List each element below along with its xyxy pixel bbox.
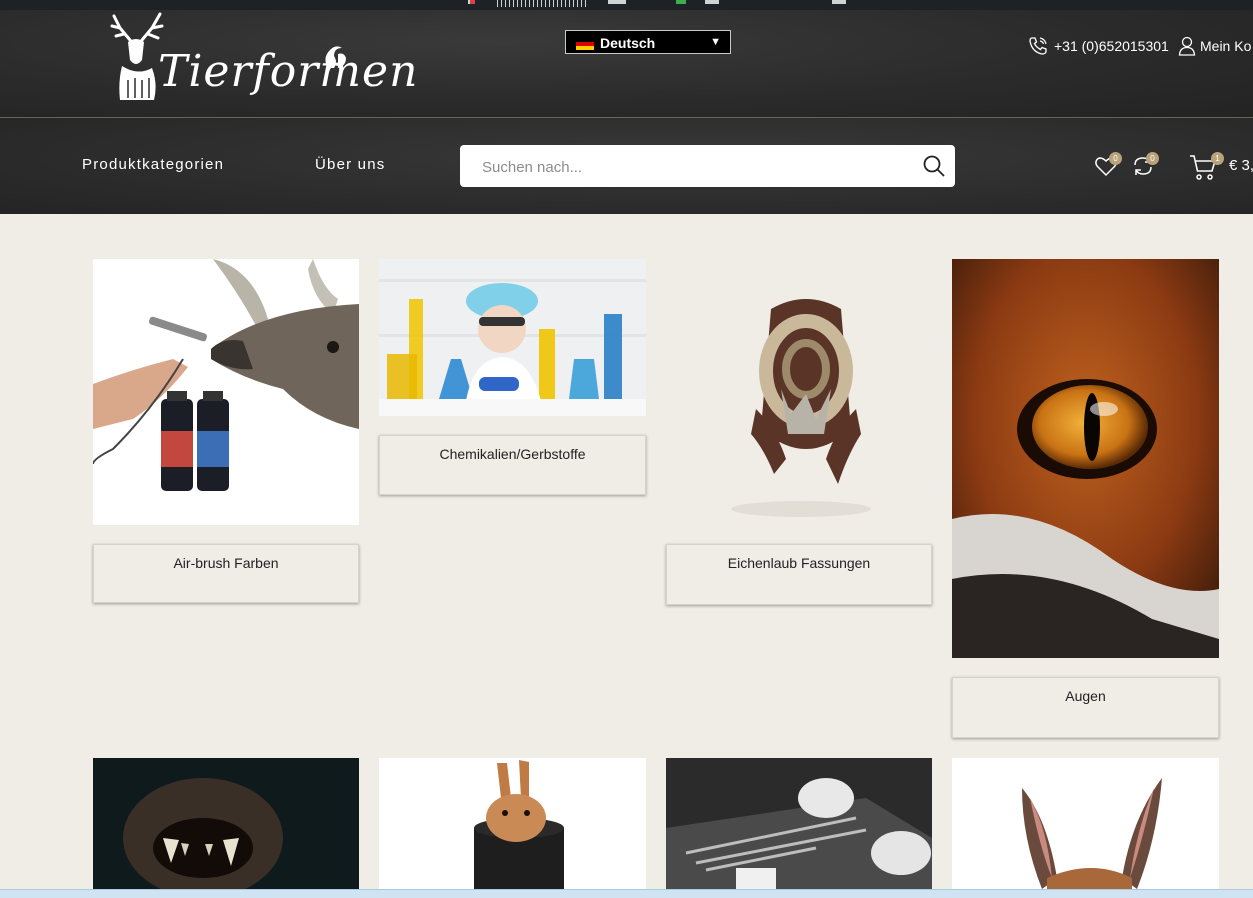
tray-icon bbox=[608, 0, 626, 4]
compare-count-badge: 0 bbox=[1146, 152, 1159, 165]
search-bar bbox=[460, 145, 955, 187]
category-image-row2-3[interactable] bbox=[666, 758, 932, 889]
lab-chemicals-illustration bbox=[379, 259, 646, 416]
wishlist-count-badge: 0 bbox=[1109, 152, 1122, 165]
tray-green-dot bbox=[676, 0, 686, 4]
category-title: Augen bbox=[1065, 688, 1106, 704]
nav-item-product-categories[interactable]: Produktkategorien bbox=[82, 156, 224, 173]
cart-count-badge: 1 bbox=[1211, 152, 1224, 165]
fox-eye-illustration bbox=[952, 259, 1219, 658]
category-label-oak-mount[interactable]: Eichenlaub Fassungen bbox=[666, 544, 932, 605]
search-icon[interactable] bbox=[922, 154, 946, 178]
category-label-chemicals[interactable]: Chemikalien/Gerbstoffe bbox=[379, 435, 646, 495]
category-label-eyes[interactable]: Augen bbox=[952, 677, 1219, 738]
category-image-row2-2[interactable] bbox=[379, 758, 646, 889]
category-label-airbrush[interactable]: Air-brush Farben bbox=[93, 544, 359, 603]
wishlist-button[interactable]: 0 bbox=[1094, 152, 1122, 178]
category-title: Eichenlaub Fassungen bbox=[727, 555, 871, 571]
category-image-chemicals[interactable] bbox=[379, 259, 646, 416]
account-link[interactable]: Mein Ko bbox=[1200, 38, 1251, 54]
site-logo[interactable]: Tierformen bbox=[108, 10, 417, 110]
tray-icon bbox=[705, 0, 719, 4]
phone-number[interactable]: +31 (0)652015301 bbox=[1054, 38, 1169, 54]
category-image-eyes[interactable] bbox=[952, 259, 1219, 658]
german-flag-icon bbox=[576, 38, 594, 50]
category-image-airbrush[interactable] bbox=[93, 259, 359, 525]
search-input[interactable] bbox=[480, 155, 904, 179]
caret-down-icon: ▼ bbox=[710, 36, 721, 48]
tray-red-dot bbox=[470, 0, 475, 4]
taxidermy-tools-illustration bbox=[666, 758, 932, 889]
tray-graph bbox=[497, 0, 589, 7]
language-select[interactable]: Deutsch ▼ bbox=[565, 30, 731, 54]
deer-ears-illustration bbox=[952, 758, 1219, 889]
compare-button[interactable]: 0 bbox=[1131, 152, 1159, 178]
rabbit-in-box-illustration bbox=[379, 758, 646, 889]
nav-item-about-us[interactable]: Über uns bbox=[315, 156, 385, 173]
airbrush-deer-illustration bbox=[93, 259, 359, 525]
cart-total[interactable]: € 3, bbox=[1229, 157, 1253, 174]
category-image-row2-4[interactable] bbox=[952, 758, 1219, 889]
category-image-oak-mount[interactable] bbox=[666, 259, 932, 525]
user-icon[interactable] bbox=[1178, 36, 1196, 56]
category-image-row2-1[interactable] bbox=[93, 758, 359, 889]
predator-teeth-illustration bbox=[93, 758, 359, 889]
tray-icon bbox=[832, 0, 846, 4]
logo-wordmark: Tierformen bbox=[158, 46, 419, 97]
squirrel-icon bbox=[325, 46, 346, 68]
system-top-strip bbox=[0, 0, 1253, 10]
oak-leaf-mount-illustration bbox=[666, 259, 932, 525]
language-label: Deutsch bbox=[600, 35, 656, 51]
category-title: Chemikalien/Gerbstoffe bbox=[439, 446, 586, 462]
phone-icon[interactable] bbox=[1028, 36, 1048, 56]
category-title: Air-brush Farben bbox=[173, 555, 279, 571]
cart-button[interactable]: 1 bbox=[1189, 152, 1224, 180]
